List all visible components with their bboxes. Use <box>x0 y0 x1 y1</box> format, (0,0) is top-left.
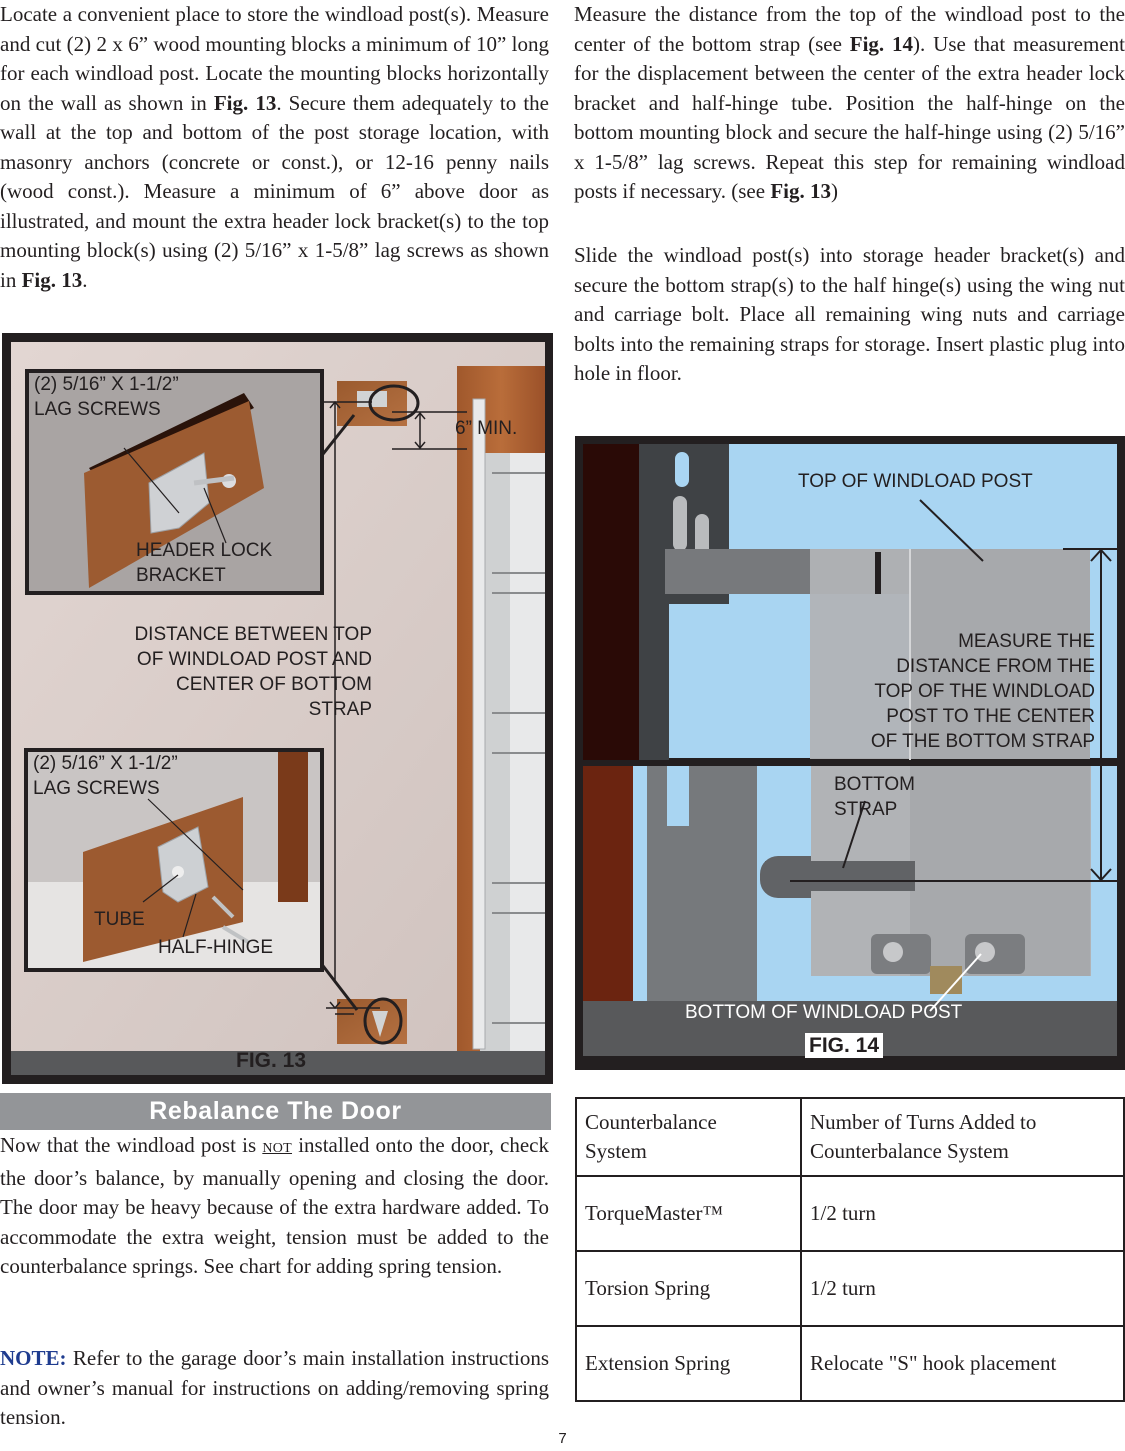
page-number: 7 <box>558 1430 567 1447</box>
bottom-inset-screws-label: (2) 5/16” X 1-1/2” LAG SCREWS <box>33 753 178 799</box>
table-cell: TorqueMaster™ <box>575 1175 802 1252</box>
bottom-of-windload-post-label: BOTTOM OF WINDLOAD POST <box>685 1002 963 1023</box>
top-inset-screws-label: (2) 5/16” X 1-1/2” LAG SCREWS <box>34 374 179 420</box>
top-inset-bracket-label: HEADER LOCK BRACKET <box>136 540 273 586</box>
figure-reference: Fig. 13 <box>770 179 831 203</box>
figure-13-frame: (2) 5/16” X 1-1/2” LAG SCREWS HEADER LOC… <box>2 333 553 1084</box>
figure-reference: Fig. 14 <box>849 31 914 56</box>
table-cell: 1/2 turn <box>800 1175 1125 1252</box>
half-hinge-inset: (2) 5/16” X 1-1/2” LAG SCREWS TUBE HALF-… <box>24 748 324 972</box>
paragraph-text: ) <box>831 179 838 203</box>
distance-between-label: DISTANCE BETWEEN TOP OF WINDLOAD POST AN… <box>134 624 372 720</box>
header-lock-bracket-inset: (2) 5/16” X 1-1/2” LAG SCREWS HEADER LOC… <box>25 369 324 595</box>
table-cell: Relocate "S" hook placement <box>800 1325 1125 1402</box>
figure-reference: Fig. 13 <box>213 90 277 115</box>
figure-13-caption: FIG. 13 <box>236 1049 307 1072</box>
not-emphasis: NOT <box>262 1141 293 1156</box>
table-header-cell: Number of Turns Added to Counterbalance … <box>800 1097 1125 1177</box>
tube-label: TUBE <box>94 909 145 930</box>
note-text: Refer to the garage door’s main installa… <box>0 1346 549 1429</box>
note-label: NOTE: <box>0 1346 67 1370</box>
rebalance-header: Rebalance The Door <box>0 1093 551 1130</box>
table-header-cell: Counterbalance System <box>575 1097 802 1177</box>
spring-tension-table: Counterbalance System Number of Turns Add… <box>575 1097 1125 1402</box>
six-inch-min-label: 6” MIN. <box>455 418 518 439</box>
slide-paragraph: Slide the windload post(s) into storage … <box>574 243 1125 385</box>
top-of-windload-post-label: TOP OF WINDLOAD POST <box>798 471 1033 492</box>
paragraph-text: . Secure them adequately to the wall at … <box>0 90 549 292</box>
figure-reference: Fig. 13 <box>21 267 83 292</box>
rebalance-text-before: Now that the windload post is <box>0 1133 263 1157</box>
table-row: Extension Spring Relocate "S" hook placem… <box>575 1325 1125 1402</box>
figure-14-frame: TOP OF WINDLOAD POST MEASURE THE DISTANC… <box>575 436 1125 1070</box>
bottom-strap-label: BOTTOM STRAP <box>834 774 915 820</box>
intro-paragraph: Locate a convenient place to store the w… <box>0 0 549 295</box>
measure-distance-label: MEASURE THE DISTANCE FROM THE TOP OF THE… <box>870 631 1095 752</box>
windload-post <box>472 398 486 1050</box>
table-header-row: Counterbalance System Number of Turns Add… <box>575 1097 1125 1177</box>
paragraph-text: ). Use that measurement for the displace… <box>574 31 1125 204</box>
table-cell: Extension Spring <box>575 1325 802 1402</box>
note-paragraph: NOTE: Refer to the garage door’s main in… <box>0 1344 549 1433</box>
table-row: TorqueMaster™ 1/2 turn <box>575 1175 1125 1252</box>
table-cell: Torsion Spring <box>575 1250 802 1327</box>
figure-14-caption: FIG. 14 <box>805 1033 884 1058</box>
half-hinge-label: HALF-HINGE <box>158 937 274 958</box>
table-row: Torsion Spring 1/2 turn <box>575 1250 1125 1327</box>
table-cell: 1/2 turn <box>800 1250 1125 1327</box>
measure-paragraph: Measure the distance from the top of the… <box>574 0 1125 207</box>
paragraph-text: . <box>82 267 88 292</box>
rebalance-paragraph: Now that the windload post is NOT instal… <box>0 1131 549 1282</box>
